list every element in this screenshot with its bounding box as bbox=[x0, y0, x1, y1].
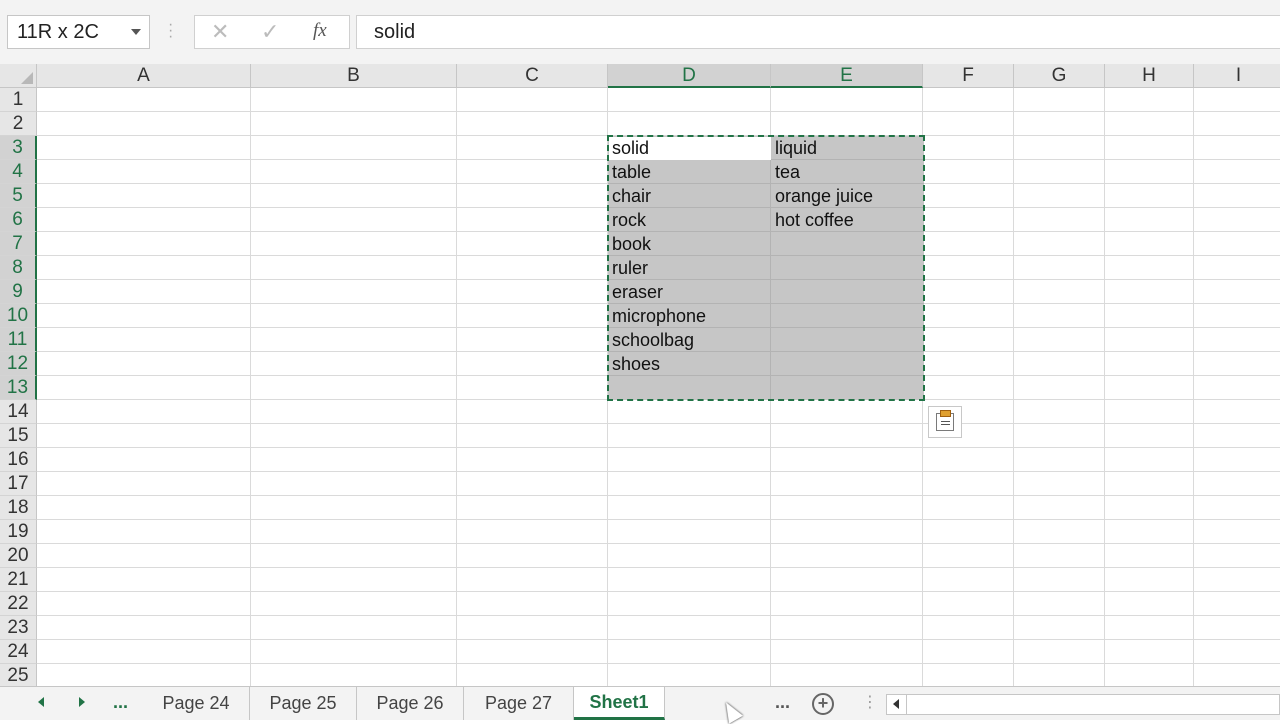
row-header-25[interactable]: 25 bbox=[0, 664, 37, 686]
arrow-left-icon bbox=[893, 699, 899, 709]
row-header-14[interactable]: 14 bbox=[0, 400, 37, 424]
grid-line bbox=[37, 495, 1280, 496]
column-headers: ABCDEFGHI bbox=[37, 64, 1280, 88]
cell-e4[interactable]: tea bbox=[775, 160, 800, 184]
row-header-21[interactable]: 21 bbox=[0, 568, 37, 592]
row-header-2[interactable]: 2 bbox=[0, 112, 37, 136]
row-header-9[interactable]: 9 bbox=[0, 280, 37, 304]
select-all-button[interactable] bbox=[0, 64, 37, 88]
row-header-10[interactable]: 10 bbox=[0, 304, 37, 328]
scroll-left-button[interactable] bbox=[887, 695, 907, 714]
name-box[interactable]: 11R x 2C bbox=[7, 15, 150, 49]
cell-area[interactable]: solid table chair rock book ruler eraser microp… bbox=[37, 88, 1280, 686]
name-box-value: 11R x 2C bbox=[17, 21, 99, 43]
row-header-18[interactable]: 18 bbox=[0, 496, 37, 520]
cell-d7[interactable]: book bbox=[612, 232, 651, 256]
grid-line bbox=[37, 423, 1280, 424]
close-icon[interactable]: ✕ bbox=[211, 19, 229, 45]
tab-splitter[interactable]: ⋮ bbox=[862, 692, 878, 712]
sheet-tab-sheet1[interactable]: Sheet1 bbox=[574, 687, 665, 720]
formula-bar-grip: · · · bbox=[168, 16, 174, 45]
cell-e3[interactable]: liquid bbox=[775, 136, 817, 160]
row-header-19[interactable]: 19 bbox=[0, 520, 37, 544]
tab-more-right[interactable]: ... bbox=[775, 692, 790, 713]
grid-line bbox=[1104, 88, 1105, 686]
row-header-1[interactable]: 1 bbox=[0, 88, 37, 112]
formula-bar: 11R x 2C · · · ✕ ✓ fx solid bbox=[0, 0, 1280, 64]
sheet-tab-page-24[interactable]: Page 24 bbox=[143, 687, 250, 720]
grid-line bbox=[456, 88, 457, 686]
cell-d12[interactable]: shoes bbox=[612, 352, 660, 376]
row-header-12[interactable]: 12 bbox=[0, 352, 37, 376]
select-all-icon bbox=[21, 72, 33, 84]
checkmark-icon[interactable]: ✓ bbox=[261, 19, 279, 45]
cell-d10[interactable]: microphone bbox=[612, 304, 706, 328]
formula-buttons: ✕ ✓ fx bbox=[194, 15, 350, 49]
tab-scroll-left-icon[interactable] bbox=[38, 697, 44, 707]
column-header-i[interactable]: I bbox=[1194, 64, 1280, 88]
column-header-c[interactable]: C bbox=[457, 64, 608, 88]
sheet-tab-bar: ... Page 24 Page 25 Page 26 Page 27 Sheet1 .… bbox=[0, 686, 1280, 720]
row-header-5[interactable]: 5 bbox=[0, 184, 37, 208]
row-header-11[interactable]: 11 bbox=[0, 328, 37, 352]
grid-line bbox=[37, 663, 1280, 664]
paste-options-icon bbox=[936, 410, 954, 431]
row-header-6[interactable]: 6 bbox=[0, 208, 37, 232]
grid-line bbox=[250, 88, 251, 686]
cell-e5[interactable]: orange juice bbox=[775, 184, 873, 208]
column-header-b[interactable]: B bbox=[251, 64, 457, 88]
row-header-22[interactable]: 22 bbox=[0, 592, 37, 616]
row-header-15[interactable]: 15 bbox=[0, 424, 37, 448]
cell-d5[interactable]: chair bbox=[612, 184, 651, 208]
row-header-13[interactable]: 13 bbox=[0, 376, 37, 400]
cell-d8[interactable]: ruler bbox=[612, 256, 648, 280]
insert-function-button[interactable]: fx bbox=[313, 20, 327, 42]
column-header-e[interactable]: E bbox=[771, 64, 923, 88]
row-header-8[interactable]: 8 bbox=[0, 256, 37, 280]
sheet-tab-page-26[interactable]: Page 26 bbox=[357, 687, 464, 720]
grid-line bbox=[1013, 88, 1014, 686]
column-header-a[interactable]: A bbox=[37, 64, 251, 88]
grid-line bbox=[37, 519, 1280, 520]
cell-d6[interactable]: rock bbox=[612, 208, 646, 232]
row-header-17[interactable]: 17 bbox=[0, 472, 37, 496]
sheet-tab-page-27[interactable]: Page 27 bbox=[464, 687, 574, 720]
row-header-16[interactable]: 16 bbox=[0, 448, 37, 472]
cell-d9[interactable]: eraser bbox=[612, 280, 663, 304]
grid-line bbox=[37, 543, 1280, 544]
row-header-24[interactable]: 24 bbox=[0, 640, 37, 664]
plus-circle-icon[interactable]: + bbox=[812, 693, 834, 715]
row-header-20[interactable]: 20 bbox=[0, 544, 37, 568]
row-header-23[interactable]: 23 bbox=[0, 616, 37, 640]
grid-line bbox=[37, 471, 1280, 472]
grid-line bbox=[37, 591, 1280, 592]
column-header-f[interactable]: F bbox=[923, 64, 1014, 88]
tab-more-left[interactable]: ... bbox=[113, 692, 128, 713]
grid-line bbox=[37, 111, 1280, 112]
tab-scroll-right-icon[interactable] bbox=[79, 697, 85, 707]
grid-line bbox=[1193, 88, 1194, 686]
grid-line bbox=[37, 447, 1280, 448]
cell-d3[interactable]: solid bbox=[612, 136, 649, 160]
column-header-d[interactable]: D bbox=[608, 64, 771, 88]
grid-line bbox=[37, 615, 1280, 616]
sheet-tab-page-25[interactable]: Page 25 bbox=[250, 687, 357, 720]
column-header-g[interactable]: G bbox=[1014, 64, 1105, 88]
cell-d11[interactable]: schoolbag bbox=[612, 328, 694, 352]
grid-line bbox=[37, 567, 1280, 568]
row-header-4[interactable]: 4 bbox=[0, 160, 37, 184]
chevron-down-icon[interactable] bbox=[131, 29, 141, 35]
cell-e6[interactable]: hot coffee bbox=[775, 208, 854, 232]
row-header-7[interactable]: 7 bbox=[0, 232, 37, 256]
cell-d4[interactable]: table bbox=[612, 160, 651, 184]
column-header-h[interactable]: H bbox=[1105, 64, 1194, 88]
horizontal-scrollbar[interactable] bbox=[886, 694, 1280, 715]
grid-line bbox=[37, 639, 1280, 640]
spreadsheet-grid: ABCDEFGHI 1 2 3 4 5 6 7 8 9 10 11 12 13 14 15 16 17 18 19 2… bbox=[0, 64, 1280, 686]
row-header-3[interactable]: 3 bbox=[0, 136, 37, 160]
paste-options-button[interactable] bbox=[928, 406, 962, 438]
formula-input[interactable]: solid bbox=[356, 15, 1280, 49]
